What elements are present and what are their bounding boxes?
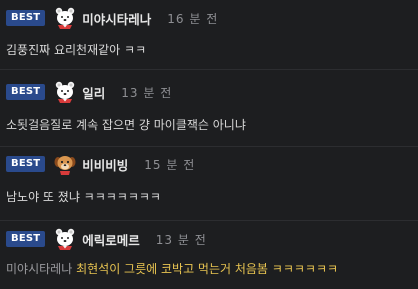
timestamp: 13 분 전 <box>121 85 173 100</box>
nickname[interactable]: 일리 <box>82 83 105 102</box>
bear-icon[interactable] <box>53 80 77 104</box>
comment-text: 남노야 또 졌냐 ㅋㅋㅋㅋㅋㅋㅋ <box>6 190 161 204</box>
comment-item: BEST 에릭로메르 13 분 전 미야시타레나 최현석이 그릇에 코박고 먹는… <box>0 221 418 289</box>
nickname[interactable]: 미야시타레나 <box>82 9 151 28</box>
comment-item: BEST 일리 13 분 전 소됫걸음질로 계속 잡으면 걍 마이클잭슨 아니냐 <box>0 70 418 147</box>
best-badge: BEST <box>6 84 46 100</box>
comment-item: BEST 비비비빙 15 분 전 남노야 또 졌냐 ㅋㅋㅋㅋㅋㅋㅋ <box>0 147 418 221</box>
nickname[interactable]: 비비비빙 <box>82 155 128 174</box>
best-badge: BEST <box>6 156 46 172</box>
nickname[interactable]: 에릭로메르 <box>82 230 140 249</box>
comment-meta: BEST 에릭로메르 13 분 전 <box>6 227 207 251</box>
comment-meta: BEST 비비비빙 15 분 전 <box>6 152 195 176</box>
highlighted-reply-text: 최현석이 그릇에 코박고 먹는거 처음봄 ㅋㅋㅋㅋㅋㅋ <box>76 262 339 276</box>
comment-item: BEST 미야시타레나 16 분 전 김풍진짜 요리천재같아 ㅋㅋ <box>0 0 418 70</box>
comment-text: 미야시타레나 최현석이 그릇에 코박고 먹는거 처음봄 ㅋㅋㅋㅋㅋㅋ <box>6 260 338 277</box>
comment-meta: BEST 미야시타레나 16 분 전 <box>6 6 218 30</box>
comment-text: 김풍진짜 요리천재같아 ㅋㅋ <box>6 43 147 57</box>
comment-text: 소됫걸음질로 계속 잡으면 걍 마이클잭슨 아니냐 <box>6 118 246 132</box>
timestamp: 13 분 전 <box>155 232 207 247</box>
best-badge: BEST <box>6 231 46 247</box>
bear-icon[interactable] <box>53 6 77 30</box>
puppy-icon[interactable] <box>53 152 77 176</box>
timestamp: 16 분 전 <box>167 11 219 26</box>
comment-list: BEST 미야시타레나 16 분 전 김풍진짜 요리천재같아 ㅋㅋ BEST 일… <box>0 0 418 289</box>
comment-meta: BEST 일리 13 분 전 <box>6 80 172 104</box>
best-badge: BEST <box>6 10 46 26</box>
bear-icon[interactable] <box>53 227 77 251</box>
timestamp: 15 분 전 <box>144 157 196 172</box>
mention-nickname[interactable]: 미야시타레나 <box>6 262 72 276</box>
